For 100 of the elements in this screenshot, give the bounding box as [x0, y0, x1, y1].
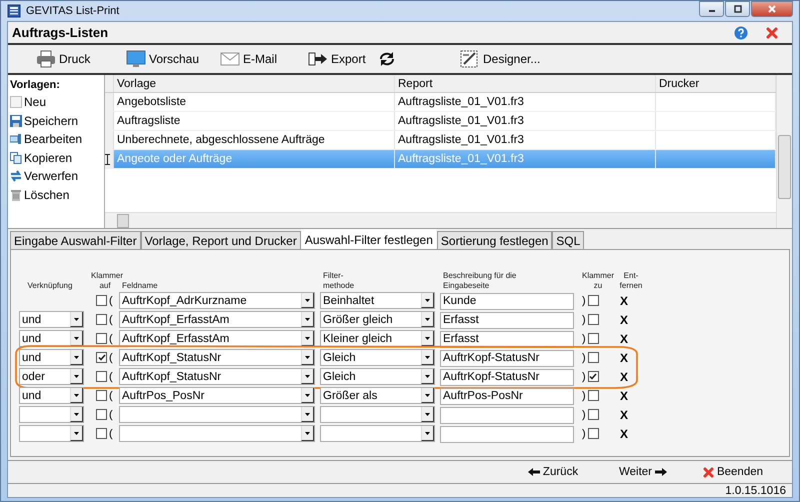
sidebar-item[interactable]: Speichern	[10, 112, 104, 130]
maximize-button[interactable]	[725, 1, 750, 17]
tab[interactable]: Vorlage, Report und Drucker	[140, 231, 301, 249]
checkbox[interactable]	[96, 409, 107, 420]
bracket-label: )	[582, 428, 586, 440]
dropdown[interactable]: und	[19, 349, 84, 366]
input-field[interactable]: Erfasst	[440, 330, 574, 348]
tab[interactable]: SQL	[552, 231, 584, 249]
tab[interactable]: Auswahl-Filter festlegen	[300, 229, 437, 249]
window-title: GEVITAS List-Print	[26, 5, 120, 17]
dropdown[interactable]: AuftrKopf_StatusNr	[119, 368, 315, 385]
toolbar-button[interactable]: Export	[306, 52, 376, 66]
dropdown[interactable]: AuftrKopf_StatusNr	[119, 349, 315, 366]
input-field[interactable]	[440, 406, 574, 424]
checkbox[interactable]	[96, 371, 107, 382]
input-field[interactable]: Erfasst	[440, 312, 574, 329]
input-field[interactable]: AuftrKopf-StatusNr	[440, 350, 574, 367]
table-row[interactable]: Angebotsliste Auftragsliste_01_V01.fr3	[105, 93, 776, 112]
checkbox[interactable]	[588, 295, 599, 306]
sidebar-item[interactable]: Bearbeiten	[10, 130, 104, 148]
dropdown[interactable]: oder	[19, 368, 84, 385]
checkbox[interactable]	[96, 314, 107, 325]
dropdown[interactable]: Beinhaltet	[320, 292, 435, 309]
dropdown[interactable]: Größer gleich	[320, 311, 435, 328]
caret-icon	[305, 374, 310, 378]
column-header[interactable]: Report	[395, 75, 656, 92]
designer-icon	[460, 50, 480, 68]
remove-button[interactable]: X	[620, 426, 628, 440]
caret-icon	[425, 318, 430, 320]
close-icon	[702, 466, 714, 478]
dropdown[interactable]: AuftrPos_PosNr	[119, 387, 315, 404]
sidebar-item[interactable]: Löschen	[10, 186, 104, 204]
caret-icon	[305, 394, 310, 396]
caret-icon	[74, 412, 79, 416]
table-row[interactable]: Auftragsliste Auftragsliste_01_V01.fr3	[105, 112, 776, 131]
checkbox[interactable]	[96, 352, 107, 363]
remove-button[interactable]: X	[620, 332, 628, 346]
close-button[interactable]	[751, 1, 793, 17]
toolbar-button[interactable]: E-Mail	[218, 52, 306, 66]
help-icon[interactable]	[734, 26, 748, 40]
checkbox[interactable]	[588, 314, 599, 325]
dropdown[interactable]: und	[19, 387, 84, 404]
next-button[interactable]: Weiter	[598, 465, 688, 479]
checkbox[interactable]	[96, 295, 107, 306]
checkbox[interactable]	[96, 333, 107, 344]
back-button[interactable]: Zurück	[508, 465, 598, 479]
bracket-label: (	[109, 314, 113, 326]
bracket-label: (	[109, 370, 113, 382]
checkbox[interactable]	[588, 409, 599, 420]
input-field[interactable]	[440, 426, 574, 443]
column-header: Klammer zu	[581, 271, 615, 291]
dropdown[interactable]: Größer als	[320, 387, 435, 404]
column-header: Beschreibung für die Eingabeseite	[443, 271, 518, 291]
minimize-button[interactable]	[699, 1, 724, 17]
checkbox[interactable]	[588, 371, 599, 382]
maximize-icon	[734, 5, 742, 13]
dropdown[interactable]: und	[19, 311, 84, 328]
remove-button[interactable]: X	[620, 370, 628, 384]
quit-button[interactable]: Beenden	[688, 465, 778, 479]
tab[interactable]: Sortierung festlegen	[436, 231, 552, 249]
checkbox[interactable]	[588, 390, 599, 401]
monitor-icon	[126, 50, 146, 68]
remove-button[interactable]: X	[620, 350, 628, 364]
toolbar-button[interactable]: Druck	[34, 50, 124, 68]
toolbar-button[interactable]: Designer...	[458, 50, 542, 68]
caret-icon	[425, 298, 430, 302]
remove-button[interactable]: X	[620, 294, 628, 308]
column-header[interactable]: Vorlage	[114, 75, 395, 92]
dropdown[interactable]: Kleiner gleich	[320, 330, 435, 347]
checkbox[interactable]	[588, 428, 599, 439]
close-icon[interactable]	[766, 26, 778, 38]
input-field[interactable]: AuftrKopf-StatusNr	[440, 368, 574, 386]
checkbox[interactable]	[96, 428, 107, 439]
dropdown[interactable]	[19, 406, 84, 423]
remove-button[interactable]: X	[620, 312, 628, 326]
remove-button[interactable]: X	[620, 408, 628, 422]
remove-button[interactable]: X	[620, 388, 628, 402]
toolbar-button[interactable]: Vorschau	[124, 50, 218, 68]
dropdown[interactable]: AuftrKopf_AdrKurzname	[119, 292, 315, 309]
caret-icon	[74, 394, 79, 396]
sidebar-item[interactable]: Verwerfen	[10, 167, 104, 186]
close-icon	[768, 5, 776, 13]
checkbox[interactable]	[96, 390, 107, 401]
vertical-scrollbar[interactable]	[776, 75, 792, 228]
sidebar-item[interactable]: Neu	[10, 93, 104, 112]
dropdown[interactable]: Gleich	[320, 368, 435, 385]
sidebar-item[interactable]: Kopieren	[10, 148, 104, 167]
dropdown[interactable]: AuftrKopf_ErfasstAm	[119, 311, 315, 328]
arrow-right-icon	[655, 468, 668, 476]
caret-icon	[305, 298, 310, 302]
page-title: Auftrags-Listen	[12, 25, 108, 40]
dropdown[interactable]: Gleich	[320, 349, 435, 366]
dropdown[interactable]: AuftrKopf_ErfasstAm	[119, 330, 315, 347]
text-cursor-icon	[105, 154, 110, 164]
checkbox[interactable]	[588, 352, 599, 363]
input-field[interactable]: Kunde	[440, 292, 574, 310]
checkbox[interactable]	[588, 333, 599, 344]
tab[interactable]: Eingabe Auswahl-Filter	[10, 231, 141, 249]
input-field[interactable]: AuftrPos-PosNr	[440, 388, 574, 405]
dropdown[interactable]	[19, 425, 84, 442]
